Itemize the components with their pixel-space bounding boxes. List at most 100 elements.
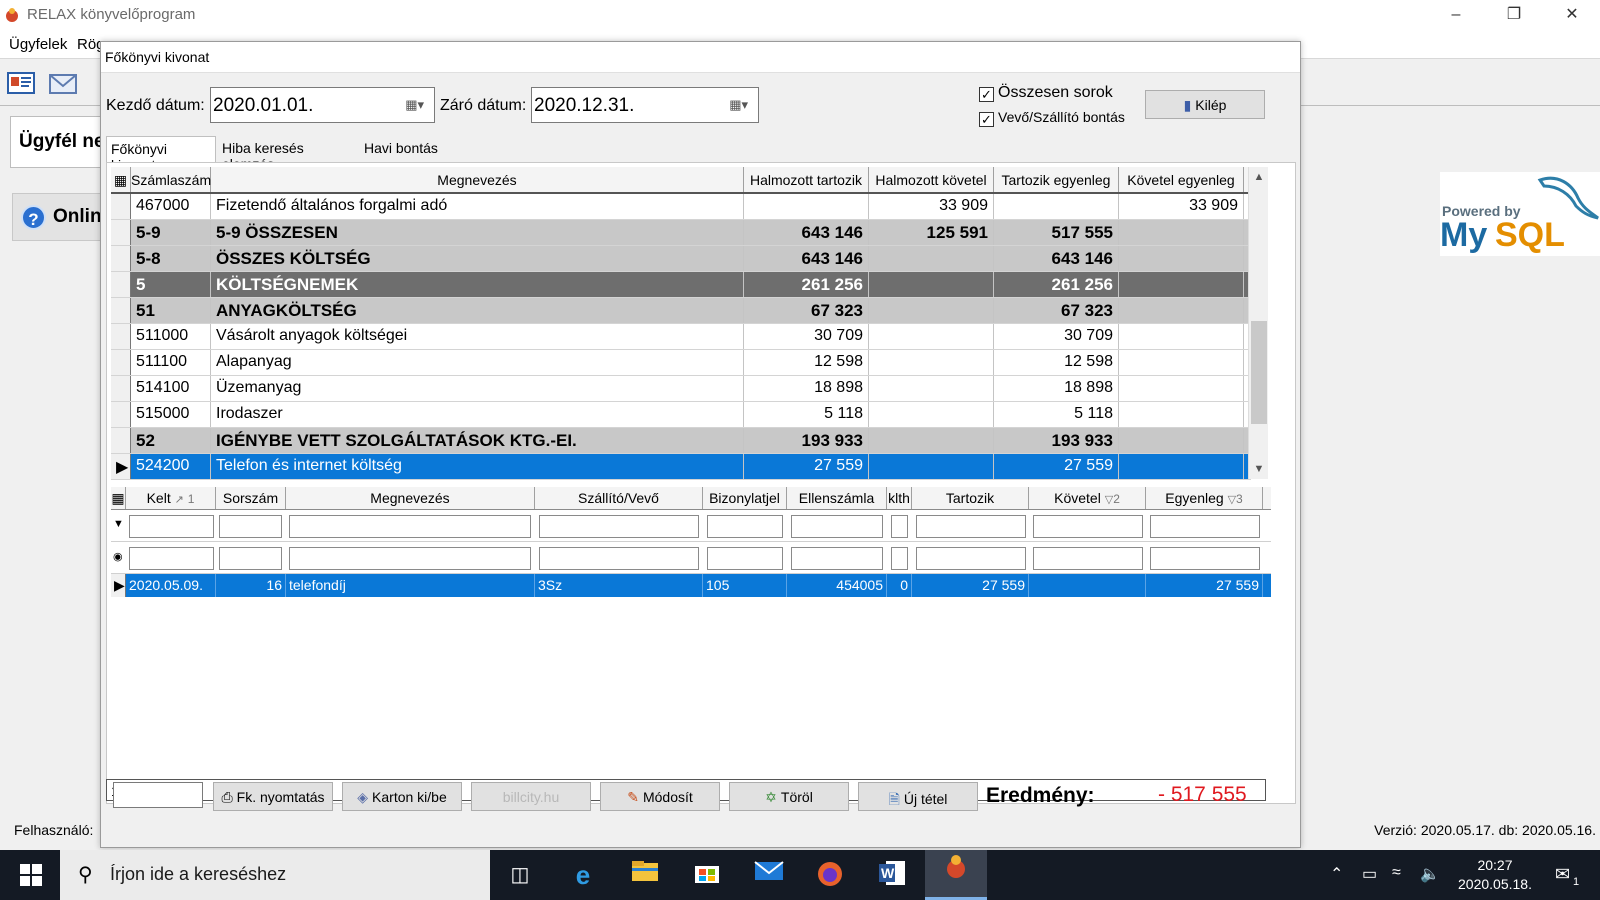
mail-icon[interactable]: [48, 69, 78, 97]
calendar-dropdown-icon[interactable]: ▦▾: [405, 97, 424, 113]
cell-debit-balance[interactable]: 517 555: [994, 220, 1119, 245]
cell-name[interactable]: Alapanyag: [211, 350, 744, 375]
cell-account[interactable]: 511100: [131, 350, 211, 375]
cell-contra-account[interactable]: 454005: [787, 574, 887, 597]
cell-debit-balance[interactable]: 193 933: [994, 428, 1119, 453]
taskbar-search[interactable]: ⚲ Írjon ide a kereséshez: [60, 850, 490, 900]
cell-credit-balance[interactable]: [1119, 272, 1244, 297]
cell-cum-credit[interactable]: [869, 272, 994, 297]
cell-debit-balance[interactable]: [994, 194, 1119, 219]
cell-debit-balance[interactable]: 261 256: [994, 272, 1119, 297]
scroll-up-icon[interactable]: ▲: [1249, 171, 1269, 183]
battery-icon[interactable]: ▭: [1362, 864, 1377, 884]
cell-name[interactable]: Fizetendő általános forgalmi adó: [211, 194, 744, 219]
cell-debit-balance[interactable]: 5 118: [994, 402, 1119, 427]
cell-cum-debit[interactable]: 18 898: [744, 376, 869, 401]
cell-name[interactable]: 5-9 ÖSSZESEN: [211, 220, 744, 245]
new-item-button[interactable]: 🗎 Új tétel: [858, 782, 978, 811]
edge-browser-icon[interactable]: e: [568, 860, 598, 890]
online-help-button[interactable]: ? Onlin: [12, 193, 112, 241]
print-ledger-button[interactable]: ⎙ Fk. nyomtatás: [213, 782, 333, 811]
cell-cum-credit[interactable]: 33 909: [869, 194, 994, 219]
cell-cum-credit[interactable]: [869, 376, 994, 401]
cell-name[interactable]: KÖLTSÉGNEMEK: [211, 272, 744, 297]
quick-input[interactable]: [113, 782, 203, 808]
table-row[interactable]: 511100 Alapanyag 12 598 12 598: [111, 350, 1251, 376]
cell-cum-credit[interactable]: [869, 324, 994, 349]
col-klth[interactable]: klth: [887, 487, 912, 509]
cell-name[interactable]: IGÉNYBE VETT SZOLGÁLTATÁSOK KTG.-EI.: [211, 428, 744, 453]
cell-debit-balance[interactable]: 18 898: [994, 376, 1119, 401]
taskbar-clock[interactable]: 20:27 2020.05.18.: [1440, 856, 1550, 894]
search-input[interactable]: [129, 547, 214, 570]
cell-cum-debit[interactable]: 193 933: [744, 428, 869, 453]
col-name[interactable]: Megnevezés: [211, 167, 744, 192]
grid-settings-icon[interactable]: ▦: [111, 487, 126, 509]
search-input[interactable]: [707, 547, 783, 570]
cell-account[interactable]: 511000: [131, 324, 211, 349]
table-row[interactable]: 514100 Üzemanyag 18 898 18 898: [111, 376, 1251, 402]
cell-account[interactable]: 467000: [131, 194, 211, 219]
store-icon[interactable]: [692, 860, 722, 890]
table-row[interactable]: 467000 Fizetendő általános forgalmi adó 33…: [111, 194, 1251, 220]
cell-cum-debit[interactable]: 643 146: [744, 246, 869, 271]
search-input[interactable]: [791, 547, 883, 570]
client-tab[interactable]: Ügyfél ne: [10, 116, 110, 168]
calendar-dropdown-icon[interactable]: ▦▾: [729, 97, 748, 113]
cell-cum-credit[interactable]: [869, 298, 994, 323]
cell-cum-debit[interactable]: 643 146: [744, 220, 869, 245]
cell-credit-balance[interactable]: [1119, 220, 1244, 245]
cell-debit-balance[interactable]: 30 709: [994, 324, 1119, 349]
ledger-grid-scrollbar[interactable]: ▲ ▼: [1248, 167, 1268, 479]
table-row[interactable]: ▶ 524200 Telefon és internet költség 27 559…: [111, 454, 1251, 480]
col-balance[interactable]: Egyenleg ▽3: [1146, 487, 1263, 509]
search-input[interactable]: [289, 547, 531, 570]
cell-credit-balance[interactable]: [1119, 376, 1244, 401]
start-date-field[interactable]: 2020.01.01. ▦▾: [210, 87, 435, 123]
cell-account[interactable]: 5: [131, 272, 211, 297]
scroll-down-icon[interactable]: ▼: [1249, 463, 1269, 475]
card-toggle-button[interactable]: ◈ Karton ki/be: [342, 782, 462, 811]
cell-name[interactable]: Üzemanyag: [211, 376, 744, 401]
cell-credit-balance[interactable]: [1119, 246, 1244, 271]
word-icon[interactable]: W: [877, 860, 907, 890]
col-account-number[interactable]: Számlaszám: [131, 167, 211, 192]
menu-ugyfelek[interactable]: Ügyfelek: [9, 36, 67, 53]
cell-cum-debit[interactable]: 27 559: [744, 454, 869, 479]
cell-debit-balance[interactable]: 67 323: [994, 298, 1119, 323]
cell-credit-balance[interactable]: [1119, 324, 1244, 349]
tray-chevron-up-icon[interactable]: ⌃: [1330, 864, 1343, 884]
search-input[interactable]: [891, 547, 908, 570]
cell-debit-balance[interactable]: 12 598: [994, 350, 1119, 375]
cell-credit-balance[interactable]: [1119, 454, 1244, 479]
cell-credit-balance[interactable]: [1119, 402, 1244, 427]
search-input[interactable]: [916, 547, 1026, 570]
filter-input[interactable]: [1150, 515, 1260, 538]
cell-cum-debit[interactable]: 261 256: [744, 272, 869, 297]
col-doc-code[interactable]: Bizonylatjel: [703, 487, 787, 509]
col-partner[interactable]: Szállító/Vevő: [535, 487, 703, 509]
tab-error-search[interactable]: Hiba keresés elemzés: [218, 136, 358, 172]
col-contra-account[interactable]: Ellenszámla: [787, 487, 887, 509]
table-row[interactable]: ▶ 2020.05.09. 16 telefondíj 3Sz 105 4540…: [111, 574, 1271, 597]
task-view-icon[interactable]: ◫: [505, 860, 535, 890]
delete-button[interactable]: ✡ Töröl: [729, 782, 849, 811]
col-credit[interactable]: Követel ▽2: [1029, 487, 1146, 509]
cell-cum-credit[interactable]: 125 591: [869, 220, 994, 245]
col-debit-balance[interactable]: Tartozik egyenleg: [994, 167, 1119, 192]
cell-account[interactable]: 5-8: [131, 246, 211, 271]
table-row[interactable]: 51 ANYAGKÖLTSÉG 67 323 67 323: [111, 298, 1251, 324]
col-cum-debit[interactable]: Halmozott tartozik: [744, 167, 869, 192]
cell-credit-balance[interactable]: [1119, 298, 1244, 323]
relax-taskbar-icon[interactable]: [925, 850, 987, 900]
cell-account[interactable]: 524200: [131, 454, 211, 479]
cell-cum-debit[interactable]: 30 709: [744, 324, 869, 349]
windows-start-icon[interactable]: [20, 864, 42, 886]
cell-credit-balance[interactable]: 33 909: [1119, 194, 1244, 219]
cell-serial[interactable]: 16: [216, 574, 286, 597]
search-input[interactable]: [1150, 547, 1260, 570]
cell-cum-debit[interactable]: [744, 194, 869, 219]
filter-input[interactable]: [891, 515, 908, 538]
cell-name[interactable]: ANYAGKÖLTSÉG: [211, 298, 744, 323]
close-button[interactable]: ✕: [1543, 0, 1600, 30]
